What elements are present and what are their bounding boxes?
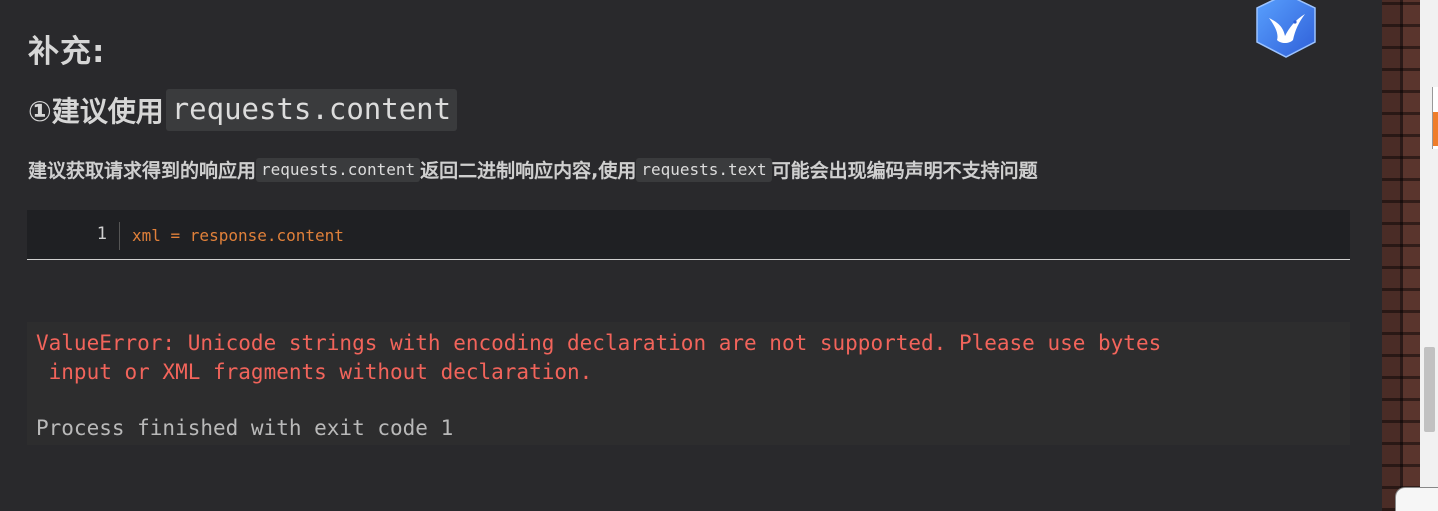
code-line: xml = response.content [132,226,344,245]
paragraph-text-3: 可能会出现编码声明不支持问题 [771,160,1038,182]
error-message: ValueError: Unicode strings with encodin… [36,329,1161,386]
paragraph-text-1: 建议获取请求得到的响应用 [28,160,257,182]
scrollbar-track[interactable] [1420,0,1438,511]
gutter-divider [119,222,120,250]
error-line-1: ValueError: Unicode strings with encodin… [36,331,1162,355]
corner-widget[interactable] [1395,487,1438,511]
inline-code-content: requests.content [256,157,421,182]
code-block[interactable]: 1 xml = response.content [27,210,1350,260]
subsection-title: ①建议使用 requests.content [28,89,458,131]
inline-code-text: requests.text [636,157,772,182]
error-line-2: input or XML fragments without declarati… [36,359,593,384]
page: 补充: ①建议使用 requests.content 建议获取请求得到的响应用 … [0,0,1438,511]
subsection-title-text: ①建议使用 [28,95,164,128]
process-exit-line: Process finished with exit code 1 [36,416,454,440]
section-title: 补充: [28,34,106,70]
console-output: ValueError: Unicode strings with encodin… [27,326,1350,445]
scrollbar-thumb[interactable] [1424,347,1435,432]
subsection-inline-code: requests.content [165,89,458,131]
paragraph: 建议获取请求得到的响应用 requests.content 返回二进制响应内容,… [28,156,1038,183]
side-tab-accent [1433,112,1438,146]
article-content: 补充: ①建议使用 requests.content 建议获取请求得到的响应用 … [0,0,1382,511]
paragraph-text-2: 返回二进制响应内容,使用 [420,160,637,182]
line-number: 1 [96,224,107,244]
bird-logo-icon[interactable] [1255,0,1317,58]
